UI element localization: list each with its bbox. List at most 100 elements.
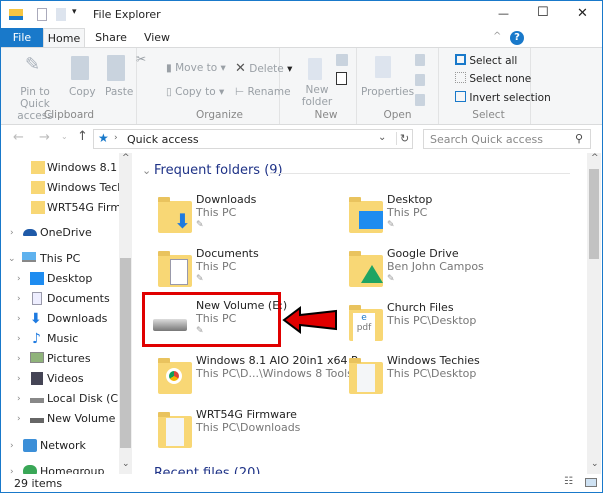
content-scrollbar-thumb[interactable] bbox=[589, 169, 599, 259]
rename-button[interactable]: ⊢ Rename bbox=[235, 86, 291, 98]
breadcrumb-quick-access[interactable]: Quick access bbox=[127, 133, 199, 146]
collapse-chevron-icon[interactable]: ⌄ bbox=[8, 250, 16, 268]
address-dropdown-icon[interactable]: ⌄ bbox=[378, 132, 386, 143]
expand-chevron-icon[interactable]: › bbox=[17, 270, 21, 288]
open-group: Properties Open bbox=[357, 48, 439, 124]
scroll-up-icon[interactable]: ^ bbox=[122, 153, 130, 163]
close-button[interactable]: ✕ bbox=[577, 6, 588, 21]
forward-button[interactable]: → bbox=[39, 130, 50, 145]
edit-icon[interactable] bbox=[415, 74, 425, 86]
up-button[interactable]: ↑ bbox=[77, 129, 88, 144]
folder-item-wrt54g-firmware[interactable]: WRT54G Firmware This PC\Downloads bbox=[154, 406, 344, 456]
maximize-button[interactable]: ☐ bbox=[537, 5, 549, 20]
expand-chevron-icon[interactable]: › bbox=[10, 437, 14, 455]
select-none-button[interactable]: Select none bbox=[455, 72, 531, 85]
nav-scrollbar-thumb[interactable] bbox=[120, 258, 131, 448]
help-icon[interactable]: ? bbox=[510, 31, 524, 45]
expand-chevron-icon[interactable]: › bbox=[17, 390, 21, 408]
expand-chevron-icon[interactable]: › bbox=[17, 410, 21, 428]
music-icon: ♪ bbox=[32, 331, 41, 347]
drive-icon bbox=[30, 418, 44, 423]
search-box[interactable]: Search Quick access ⚲ bbox=[423, 129, 591, 149]
properties-button[interactable]: Properties bbox=[361, 86, 414, 98]
collapse-ribbon-icon[interactable]: ^ bbox=[493, 31, 501, 42]
copy-to-button[interactable]: ▯ Copy to ▾ bbox=[166, 86, 224, 98]
drive-icon bbox=[153, 319, 187, 331]
back-button[interactable]: ← bbox=[13, 130, 24, 145]
new-folder-icon bbox=[308, 58, 322, 80]
copy-icon bbox=[71, 56, 89, 80]
select-none-icon bbox=[455, 72, 466, 83]
organize-group: ▮ Move to ▾ ▯ Copy to ▾ ✕ Delete ▾ ⊢ Ren… bbox=[160, 48, 292, 124]
network-icon bbox=[23, 439, 37, 452]
organize-group-label: Organize bbox=[195, 109, 244, 121]
expand-chevron-icon[interactable]: › bbox=[17, 350, 21, 368]
scroll-down-icon[interactable]: ⌄ bbox=[122, 459, 130, 469]
large-icons-view-icon[interactable] bbox=[585, 478, 597, 487]
section-header-recent-files[interactable]: Recent files (20) bbox=[154, 466, 260, 474]
file-explorer-window: ▾ File Explorer — ☐ ✕ File Home Share Vi… bbox=[0, 0, 603, 493]
nav-scrollbar[interactable]: ^ ⌄ bbox=[119, 153, 132, 474]
church-files-folder-icon: e pdf bbox=[349, 305, 383, 341]
details-view-icon[interactable]: ☷ bbox=[564, 476, 573, 487]
section-chevron-icon[interactable]: ⌄ bbox=[142, 164, 151, 177]
folder-item-google-drive[interactable]: Google Drive Ben John Campos ✎ bbox=[347, 245, 547, 295]
customize-toolbar-icon[interactable]: ▾ bbox=[72, 7, 77, 17]
folder-item-downloads[interactable]: ⬇ Downloads This PC ✎ bbox=[154, 191, 334, 241]
onedrive-icon bbox=[23, 229, 37, 236]
folder-item-desktop[interactable]: Desktop This PC ✎ bbox=[347, 191, 547, 241]
copy-button[interactable]: Copy bbox=[69, 86, 96, 98]
folder-item-documents[interactable]: Documents This PC ✎ bbox=[154, 245, 334, 295]
scroll-up-icon[interactable]: ^ bbox=[591, 153, 599, 163]
tab-home[interactable]: Home bbox=[43, 28, 85, 49]
select-group-label: Select bbox=[472, 109, 505, 121]
minimize-button[interactable]: — bbox=[498, 7, 509, 20]
new-group: New folder New bbox=[296, 48, 357, 124]
new-item-icon[interactable] bbox=[336, 54, 348, 66]
content-scrollbar[interactable]: ^ ⌄ bbox=[587, 153, 601, 474]
open-icon[interactable] bbox=[415, 54, 425, 66]
expand-chevron-icon[interactable]: › bbox=[17, 370, 21, 388]
folder-item-new-volume-e[interactable]: New Volume (E:) This PC ✎ bbox=[142, 292, 287, 347]
pinned-icon: ✎ bbox=[196, 274, 204, 284]
downloads-icon: ⬇ bbox=[30, 311, 42, 327]
paste-button[interactable]: Paste bbox=[105, 86, 133, 98]
recent-locations-icon[interactable]: ⌄ bbox=[61, 132, 68, 141]
scroll-down-icon[interactable]: ⌄ bbox=[591, 459, 599, 469]
desktop-icon bbox=[30, 272, 44, 285]
new-folder-button[interactable]: New folder bbox=[300, 84, 334, 108]
expand-chevron-icon[interactable]: › bbox=[10, 224, 14, 242]
window-title: File Explorer bbox=[93, 8, 161, 21]
history-icon[interactable] bbox=[415, 94, 425, 106]
section-header-frequent-folders[interactable]: Frequent folders (9) bbox=[154, 163, 283, 178]
google-drive-folder-icon bbox=[349, 251, 383, 287]
invert-selection-button[interactable]: Invert selection bbox=[455, 91, 551, 104]
tab-file[interactable]: File bbox=[1, 28, 43, 48]
properties-quick-icon[interactable] bbox=[37, 8, 47, 21]
expand-chevron-icon[interactable]: › bbox=[10, 463, 14, 474]
tab-view[interactable]: View bbox=[135, 28, 179, 48]
ribbon: ✎ Pin to Quick access Copy Paste ✂ ▮ Mov… bbox=[1, 47, 602, 125]
pictures-icon bbox=[30, 352, 44, 363]
folder-item-windows-techies[interactable]: Windows Techies This PC\Desktop bbox=[347, 352, 547, 402]
address-bar[interactable]: ★ › Quick access ⌄ ↻ bbox=[93, 129, 413, 149]
cut-icon[interactable]: ✂ bbox=[136, 52, 146, 66]
easy-access-icon[interactable] bbox=[336, 72, 347, 85]
expand-chevron-icon[interactable]: › bbox=[17, 330, 21, 348]
folder-item-church-files[interactable]: e pdf Church Files This PC\Desktop bbox=[347, 299, 547, 349]
videos-icon bbox=[31, 372, 43, 385]
new-folder-quick-icon[interactable] bbox=[56, 8, 66, 21]
select-all-button[interactable]: Select all bbox=[455, 54, 517, 67]
move-to-button[interactable]: ▮ Move to ▾ bbox=[166, 62, 226, 74]
refresh-button[interactable]: ↻ bbox=[396, 132, 409, 145]
folder-item-windows-81-aio[interactable]: Windows 8.1 AIO 20in1 x64 P... This PC\D… bbox=[154, 352, 366, 402]
documents-icon bbox=[32, 292, 42, 305]
pinned-icon: ✎ bbox=[387, 274, 395, 284]
homegroup-icon bbox=[23, 465, 37, 474]
expand-chevron-icon[interactable]: › bbox=[17, 290, 21, 308]
tab-share[interactable]: Share bbox=[89, 28, 133, 48]
expand-chevron-icon[interactable]: › bbox=[17, 310, 21, 328]
search-input[interactable]: Search Quick access bbox=[430, 133, 543, 146]
delete-button[interactable]: ✕ Delete ▾ bbox=[235, 61, 292, 76]
search-icon[interactable]: ⚲ bbox=[575, 132, 583, 145]
